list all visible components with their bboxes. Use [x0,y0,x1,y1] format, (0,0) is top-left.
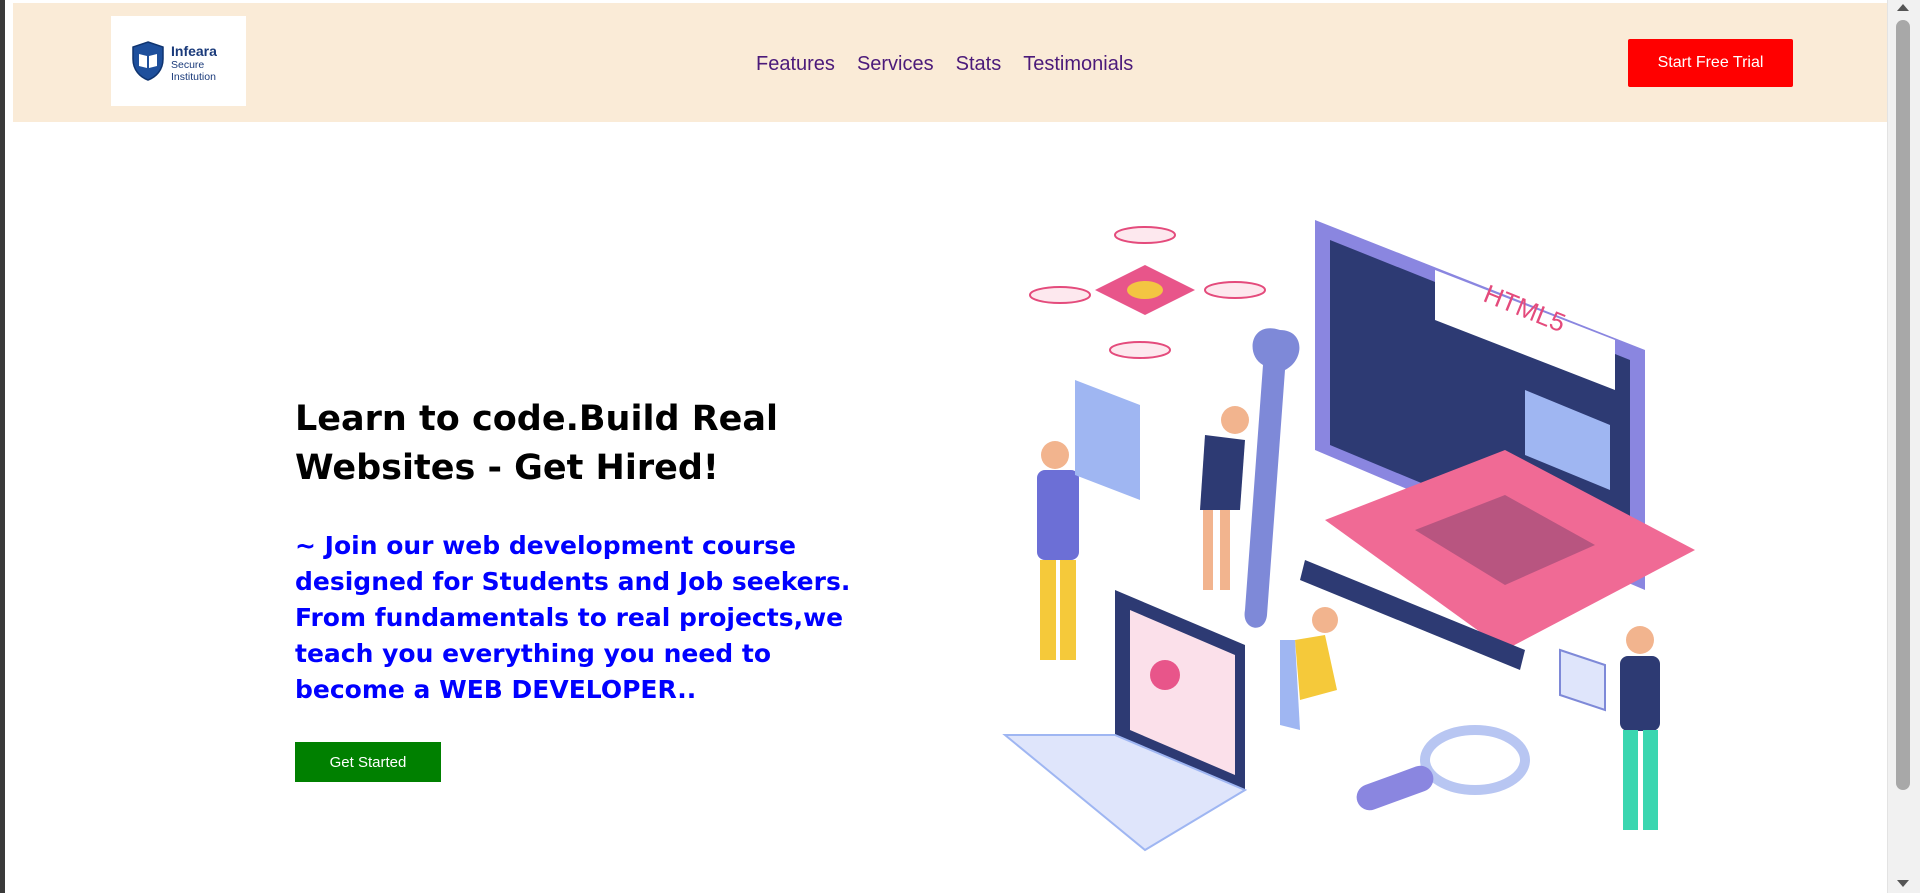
person-sitting-graphic [1280,607,1338,730]
nav-link-testimonials[interactable]: Testimonials [1023,53,1133,83]
site-header: Infeara Secure Institution Features Serv… [13,3,1888,122]
person-woman-graphic [1200,406,1249,590]
hero-description: ~ Join our web development course design… [295,531,851,704]
monitor-graphic: HTML5 [1315,220,1695,650]
get-started-button[interactable]: Get Started [295,742,441,782]
nav-link-features[interactable]: Features [756,53,835,83]
start-free-trial-button[interactable]: Start Free Trial [1628,39,1793,87]
person-right-graphic [1559,626,1660,830]
nav-link-services[interactable]: Services [857,53,934,83]
wrench-graphic [1244,328,1300,628]
hero-title: Learn to code.Build Real Websites - Get … [295,399,778,488]
folder-graphic [1075,380,1140,500]
hero-illustration: HTML5 [1002,220,1695,852]
logo-name: Infeara [171,43,217,59]
shield-book-icon [132,41,164,81]
scroll-up-arrow-icon[interactable] [1897,4,1909,11]
logo[interactable]: Infeara Secure Institution [111,16,246,106]
drone-graphic [1029,226,1266,359]
scrollbar[interactable] [1887,0,1920,893]
scrollbar-thumb[interactable] [1896,20,1910,790]
window-edge [0,0,5,893]
logo-subtitle: Secure Institution [171,59,216,83]
nav-link-stats[interactable]: Stats [956,53,1002,83]
magnifier-graphic [1356,725,1530,811]
main-nav: Features Services Stats Testimonials [756,53,1155,83]
person-left-graphic [1037,441,1079,660]
scroll-down-arrow-icon[interactable] [1897,880,1909,887]
